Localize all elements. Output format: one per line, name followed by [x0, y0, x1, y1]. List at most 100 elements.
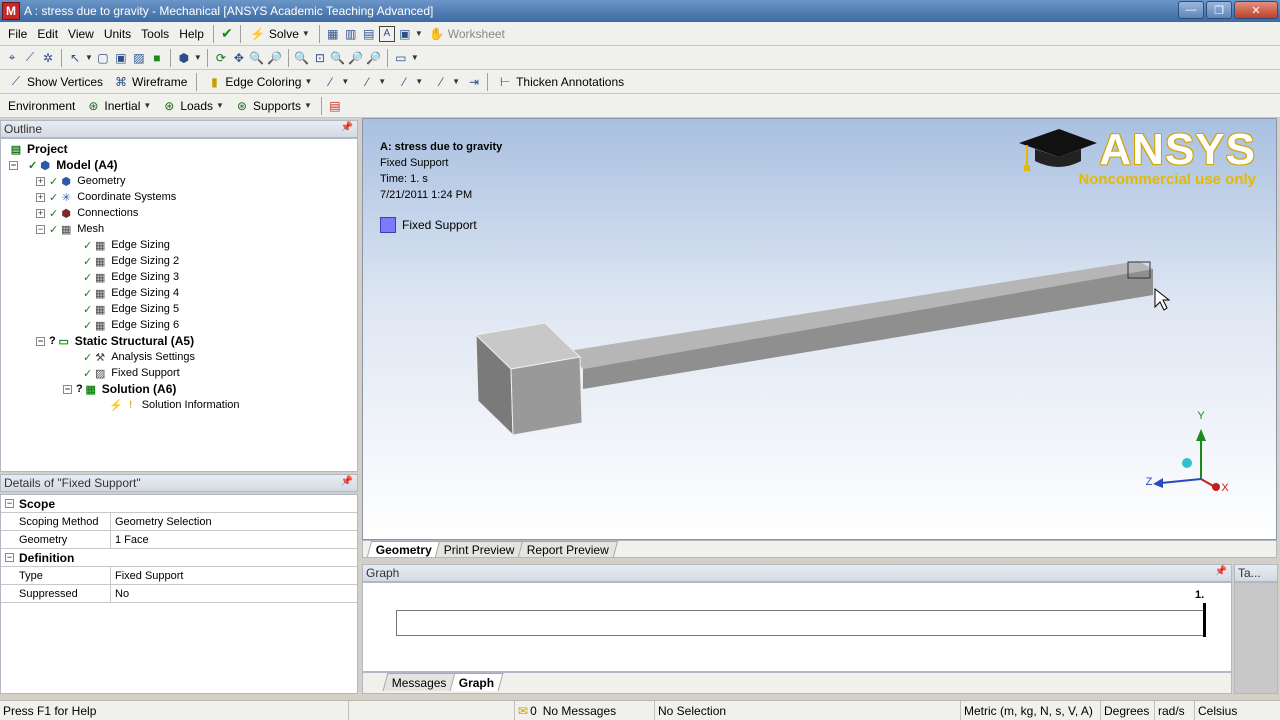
model-geometry[interactable]: Y Z X	[363, 119, 1276, 539]
details-group-scope[interactable]: − Scope	[1, 495, 357, 513]
menu-file[interactable]: File	[4, 24, 31, 44]
image-icon[interactable]: ▣	[397, 26, 413, 42]
tree-node-edge-sizing-5[interactable]: ✓ ▦ Edge Sizing 5	[83, 301, 179, 317]
thicken-annotations-button[interactable]: ⊢ Thicken Annotations	[493, 72, 628, 92]
beam-side-face[interactable]	[583, 269, 1153, 389]
tab-report-preview[interactable]: Report Preview	[517, 541, 618, 557]
menu-tools[interactable]: Tools	[137, 24, 173, 44]
chevron-down-icon[interactable]: ▼	[85, 53, 93, 62]
magnifier-icon[interactable]: 🔍	[330, 50, 346, 66]
expand-icon[interactable]: +	[36, 176, 45, 186]
tree-node-edge-sizing-2[interactable]: ✓ ▦ Edge Sizing 2	[83, 253, 179, 269]
expand-icon[interactable]: +	[36, 208, 45, 218]
tree-node-fixed-support[interactable]: ✓ ▨ Fixed Support	[83, 365, 180, 381]
tree-node-solution[interactable]: − ? ▦ Solution (A6)	[63, 381, 176, 397]
menu-view[interactable]: View	[64, 24, 98, 44]
collapse-icon[interactable]: −	[63, 384, 72, 394]
tab-print-preview[interactable]: Print Preview	[434, 541, 524, 557]
viewport-layout-icon[interactable]: ▭	[393, 50, 409, 66]
tree-node-model[interactable]: − ✓ ⬢ Model (A4)	[9, 157, 118, 173]
tree-node-analysis-settings[interactable]: ✓ ⚒ Analysis Settings	[83, 349, 195, 365]
menu-help[interactable]: Help	[175, 24, 208, 44]
extend-selection-icon[interactable]: ⬢	[176, 50, 192, 66]
tree-node-edge-sizing-3[interactable]: ✓ ▦ Edge Sizing 3	[83, 269, 179, 285]
expand-icon[interactable]: +	[36, 192, 45, 202]
isometric-view-dot[interactable]	[1182, 458, 1192, 468]
tree-node-edge-sizing[interactable]: ✓ ▦ Edge Sizing	[83, 237, 170, 253]
graphics-viewport[interactable]: A: stress due to gravity Fixed Support T…	[362, 118, 1277, 540]
status-temperature-units[interactable]: Celsius	[1194, 701, 1280, 720]
select-point-icon[interactable]: ✲	[40, 50, 56, 66]
edge-display-4-button[interactable]: ⁄ ▼	[429, 72, 464, 92]
menu-units[interactable]: Units	[100, 24, 135, 44]
tree-node-edge-sizing-6[interactable]: ✓ ▦ Edge Sizing 6	[83, 317, 179, 333]
details-row-scoping-method[interactable]: Scoping Method Geometry Selection	[1, 513, 357, 531]
edge-direction-icon[interactable]: ⇥	[466, 74, 482, 90]
menu-edit[interactable]: Edit	[33, 24, 62, 44]
status-messages[interactable]: ✉ 0 No Messages	[514, 701, 654, 720]
details-group-definition[interactable]: − Definition	[1, 549, 357, 567]
maximize-button[interactable]: ❐	[1206, 1, 1232, 19]
loads-menu[interactable]: ⊛ Loads ▼	[157, 96, 228, 116]
select-element-icon[interactable]: ▨	[131, 50, 147, 66]
next-view-icon[interactable]: 🔎	[366, 50, 382, 66]
supports-menu[interactable]: ⊛ Supports ▼	[230, 96, 316, 116]
wireframe-button[interactable]: ⌘ Wireframe	[109, 72, 191, 92]
worksheet-button[interactable]: ✋ Worksheet	[425, 24, 509, 44]
select-face-icon[interactable]: ▢	[95, 50, 111, 66]
property-value[interactable]: Geometry Selection	[111, 516, 212, 528]
solve-button[interactable]: ⚡ Solve ▼	[246, 24, 314, 44]
edge-display-2-button[interactable]: ⁄ ▼	[355, 72, 390, 92]
chart-icon[interactable]: ▥	[343, 26, 359, 42]
property-value[interactable]: No	[111, 588, 129, 600]
status-units[interactable]: Metric (m, kg, N, s, V, A)	[960, 701, 1100, 720]
tab-messages[interactable]: Messages	[382, 673, 457, 691]
pointer-icon[interactable]: ↖	[67, 50, 83, 66]
tree-node-solution-information[interactable]: ⚡ ! Solution Information	[109, 397, 240, 413]
beam-top-face[interactable]	[568, 261, 1153, 369]
show-vertices-button[interactable]: ⟋ Show Vertices	[4, 72, 107, 92]
edge-display-3-button[interactable]: ⁄ ▼	[392, 72, 427, 92]
tree-node-project[interactable]: ▤ Project	[9, 141, 68, 157]
text-annotation-icon[interactable]: A	[378, 25, 395, 42]
select-body-icon[interactable]: ▣	[113, 50, 129, 66]
select-vertex-icon[interactable]: ⌖	[4, 50, 20, 66]
collapse-icon[interactable]: −	[36, 224, 45, 234]
details-row-type[interactable]: Type Fixed Support	[1, 567, 357, 585]
inertial-menu[interactable]: ⊛ Inertial ▼	[81, 96, 155, 116]
tree-node-geometry[interactable]: + ✓ ⬢ Geometry	[36, 173, 126, 189]
edge-display-1-button[interactable]: ⁄ ▼	[318, 72, 353, 92]
tree-node-connections[interactable]: + ✓ ⬢ Connections	[36, 205, 138, 221]
tree-node-static-structural[interactable]: − ? ▭ Static Structural (A5)	[36, 333, 194, 349]
tab-geometry[interactable]: Geometry	[366, 541, 442, 557]
zoom-fit-icon[interactable]: 🔍	[294, 50, 310, 66]
details-row-geometry[interactable]: Geometry 1 Face	[1, 531, 357, 549]
edge-coloring-button[interactable]: ▮ Edge Coloring ▼	[202, 72, 316, 92]
status-rotation-units[interactable]: rad/s	[1154, 701, 1194, 720]
chevron-down-icon[interactable]: ▼	[415, 29, 423, 38]
graph-time-marker[interactable]	[1203, 603, 1206, 637]
details-row-suppressed[interactable]: Suppressed No	[1, 585, 357, 603]
tree-node-coordinate-systems[interactable]: + ✓ ✳ Coordinate Systems	[36, 189, 176, 205]
commands-icon[interactable]: ▤	[327, 98, 343, 114]
pin-icon[interactable]: 📌	[341, 122, 353, 133]
select-edge-icon[interactable]: ⟋	[22, 50, 38, 66]
tab-graph[interactable]: Graph	[449, 673, 504, 691]
block-front-face[interactable]	[510, 356, 583, 436]
chevron-down-icon[interactable]: ▼	[194, 53, 202, 62]
previous-view-icon[interactable]: 🔎	[348, 50, 364, 66]
minimize-button[interactable]: —	[1178, 1, 1204, 19]
tree-node-edge-sizing-4[interactable]: ✓ ▦ Edge Sizing 4	[83, 285, 179, 301]
probe-icon[interactable]: ▤	[361, 26, 377, 42]
check-icon[interactable]: ✔	[219, 25, 235, 42]
collapse-icon[interactable]: −	[5, 553, 14, 562]
collapse-icon[interactable]: −	[36, 336, 45, 346]
tabular-data-header[interactable]: Ta...	[1234, 564, 1278, 582]
tree-node-mesh[interactable]: − ✓ ▦ Mesh	[36, 221, 104, 237]
property-value[interactable]: 1 Face	[111, 534, 149, 546]
select-node-icon[interactable]: ■	[149, 50, 165, 66]
graph-timeline[interactable]	[396, 610, 1206, 636]
zoom-box-icon[interactable]: 🔎	[267, 50, 283, 66]
pan-icon[interactable]: ✥	[231, 50, 247, 66]
close-button[interactable]: ✕	[1234, 1, 1278, 19]
